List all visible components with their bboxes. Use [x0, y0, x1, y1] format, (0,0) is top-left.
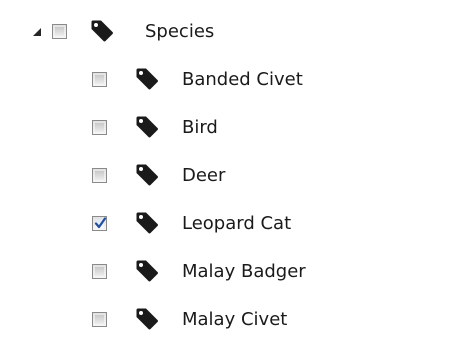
leopard-cat-checkbox[interactable] — [92, 216, 107, 231]
tag-icon — [135, 163, 161, 191]
checkmark-icon — [94, 217, 107, 229]
species-tree: Species Banded Civet Bird Deer Leopard C… — [0, 0, 467, 339]
bird-checkbox[interactable] — [92, 120, 107, 135]
tree-node-label: Leopard Cat — [182, 213, 292, 234]
tree-node-label: Malay Civet — [182, 309, 288, 330]
malay-badger-checkbox[interactable] — [92, 264, 107, 279]
deer-checkbox[interactable] — [92, 168, 107, 183]
tree-node-label: Bird — [182, 117, 218, 138]
tag-icon — [90, 19, 116, 47]
tree-node-label: Banded Civet — [182, 69, 303, 90]
tree-node-label: Malay Badger — [182, 261, 306, 282]
tag-icon — [135, 307, 161, 335]
banded-civet-checkbox[interactable] — [92, 72, 107, 87]
tree-node-label: Species — [145, 21, 215, 42]
species-checkbox[interactable] — [52, 24, 67, 39]
tag-icon — [135, 67, 161, 95]
tree-node-label: Deer — [182, 165, 226, 186]
tag-icon — [135, 259, 161, 287]
tag-icon — [135, 211, 161, 239]
malay-civet-checkbox[interactable] — [92, 312, 107, 327]
tag-icon — [135, 115, 161, 143]
expanded-triangle-icon[interactable] — [32, 27, 42, 37]
